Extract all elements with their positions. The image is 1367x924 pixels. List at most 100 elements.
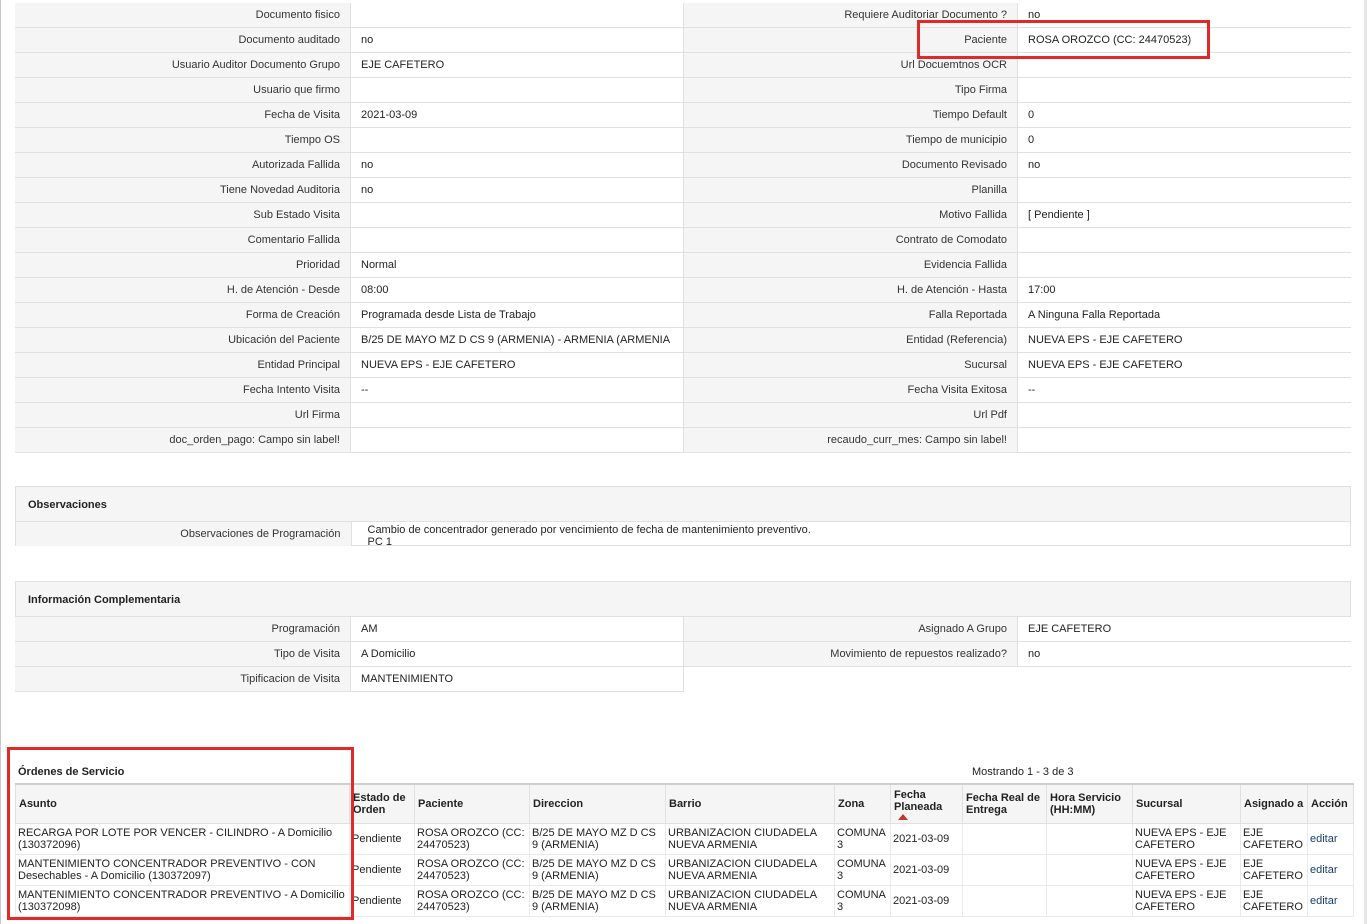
detail-label-right: Fecha Visita Exitosa bbox=[684, 378, 1017, 402]
order-row[interactable]: RECARGA POR LOTE POR VENCER - CILINDRO -… bbox=[15, 823, 1354, 855]
order-row[interactable]: MANTENIMIENTO CONCENTRADOR PREVENTIVO - … bbox=[15, 854, 1354, 886]
edit-link[interactable]: editar bbox=[1310, 864, 1338, 876]
col-sucursal[interactable]: Sucursal bbox=[1132, 783, 1241, 824]
order-hora bbox=[1046, 885, 1133, 917]
col-fecha-real[interactable]: Fecha Real de Entrega bbox=[962, 783, 1047, 824]
detail-value-left: no bbox=[350, 153, 684, 177]
detail-value-left bbox=[350, 128, 684, 152]
detail-label-right: Documento Revisado bbox=[684, 153, 1017, 177]
detail-label-left: Programación bbox=[15, 617, 350, 641]
order-sucursal: NUEVA EPS - EJE CAFETERO bbox=[1132, 823, 1241, 855]
order-direccion: B/25 DE MAYO MZ D CS 9 (ARMENIA) bbox=[529, 854, 666, 886]
detail-row: Documento fisico Requiere Auditoriar Doc… bbox=[15, 3, 1351, 28]
detail-value-left: 08:00 bbox=[350, 278, 684, 302]
detail-value-right: NUEVA EPS - EJE CAFETERO bbox=[1017, 328, 1351, 352]
order-fecha-planeada: 2021-03-09 bbox=[890, 823, 963, 855]
detail-row: Tiempo OS Tiempo de municipio 0 bbox=[15, 128, 1351, 153]
order-asignado: EJE CAFETERO bbox=[1240, 885, 1308, 917]
detail-row: Forma de Creación Programada desde Lista… bbox=[15, 303, 1351, 328]
col-fecha-planeada[interactable]: Fecha Planeada bbox=[890, 783, 963, 824]
tipificacion-label: Tipificacion de Visita bbox=[15, 667, 350, 691]
detail-row: Ubicación del Paciente B/25 DE MAYO MZ D… bbox=[15, 328, 1351, 353]
detail-label-right: Tiempo Default bbox=[684, 103, 1017, 127]
col-direccion[interactable]: Direccion bbox=[529, 783, 666, 824]
edit-link[interactable]: editar bbox=[1310, 833, 1338, 845]
sort-asc-icon[interactable] bbox=[898, 813, 908, 820]
order-row[interactable]: MANTENIMIENTO CONCENTRADOR PREVENTIVO - … bbox=[15, 885, 1354, 917]
col-asignado[interactable]: Asignado a bbox=[1240, 783, 1308, 824]
complementaria-row: Programación AM Asignado A Grupo EJE CAF… bbox=[15, 617, 1351, 642]
order-estado: Pendiente bbox=[349, 854, 415, 886]
detail-label-right: Sucursal bbox=[684, 353, 1017, 377]
orders-title: Órdenes de Servicio bbox=[18, 766, 125, 778]
detail-label-right: Tiempo de municipio bbox=[684, 128, 1017, 152]
complementaria-body: Programación AM Asignado A Grupo EJE CAF… bbox=[15, 617, 1351, 667]
detail-label-left: H. de Atención - Desde bbox=[15, 278, 350, 302]
detail-value-left: no bbox=[350, 178, 684, 202]
order-barrio: URBANIZACION CIUDADELA NUEVA ARMENIA bbox=[665, 823, 835, 855]
tipificacion-value: MANTENIMIENTO bbox=[350, 667, 683, 691]
detail-value-left: A Domicilio bbox=[350, 642, 684, 666]
order-paciente: ROSA OROZCO (CC: 24470523) bbox=[414, 823, 530, 855]
detail-value-right bbox=[1017, 78, 1351, 102]
detail-value-right bbox=[1017, 53, 1351, 77]
detail-label-left: Entidad Principal bbox=[15, 353, 350, 377]
detail-row: Documento auditado no Paciente ROSA OROZ… bbox=[15, 28, 1351, 53]
detail-row: Sub Estado Visita Motivo Fallida [ Pendi… bbox=[15, 203, 1351, 228]
detail-label-left: Documento auditado bbox=[15, 28, 350, 52]
detail-label-right: Evidencia Fallida bbox=[684, 253, 1017, 277]
page-left-border bbox=[0, 0, 1, 924]
detail-value-right: 0 bbox=[1017, 103, 1351, 127]
orders-count: Mostrando 1 - 3 de 3 bbox=[972, 766, 1074, 778]
detail-label-right: Planilla bbox=[684, 178, 1017, 202]
detail-label-right: Requiere Auditoriar Documento ? bbox=[684, 3, 1017, 27]
complementaria-row-last: Tipificacion de Visita MANTENIMIENTO bbox=[15, 667, 684, 692]
detail-value-left bbox=[350, 78, 684, 102]
order-hora bbox=[1046, 823, 1133, 855]
detail-label-left: Autorizada Fallida bbox=[15, 153, 350, 177]
order-fecha-real bbox=[962, 823, 1047, 855]
visit-details-grid: Documento fisico Requiere Auditoriar Doc… bbox=[15, 3, 1351, 453]
detail-row: Comentario Fallida Contrato de Comodato bbox=[15, 228, 1351, 253]
detail-value-left bbox=[350, 203, 684, 227]
order-barrio: URBANIZACION CIUDADELA NUEVA ARMENIA bbox=[665, 854, 835, 886]
detail-value-left: Programada desde Lista de Trabajo bbox=[350, 303, 684, 327]
observaciones-title: Observaciones bbox=[15, 486, 1351, 522]
detail-row: Fecha Intento Visita -- Fecha Visita Exi… bbox=[15, 378, 1351, 403]
order-sucursal: NUEVA EPS - EJE CAFETERO bbox=[1132, 854, 1241, 886]
detail-label-left: Tipo de Visita bbox=[15, 642, 350, 666]
detail-value-left bbox=[350, 428, 684, 452]
detail-value-right: -- bbox=[1017, 378, 1351, 402]
detail-label-right: Paciente bbox=[684, 28, 1017, 52]
detail-label-right: Motivo Fallida bbox=[684, 203, 1017, 227]
detail-label-left: Tiempo OS bbox=[15, 128, 350, 152]
detail-row: Autorizada Fallida no Documento Revisado… bbox=[15, 153, 1351, 178]
detail-label-right: Entidad (Referencia) bbox=[684, 328, 1017, 352]
detail-label-right: Movimiento de repuestos realizado? bbox=[684, 642, 1017, 666]
col-hora[interactable]: Hora Servicio (HH:MM) bbox=[1046, 783, 1133, 824]
order-asunto: RECARGA POR LOTE POR VENCER - CILINDRO -… bbox=[15, 823, 350, 855]
detail-value-left: NUEVA EPS - EJE CAFETERO bbox=[350, 353, 684, 377]
order-estado: Pendiente bbox=[349, 885, 415, 917]
detail-value-right: ROSA OROZCO (CC: 24470523) bbox=[1017, 28, 1351, 52]
col-barrio[interactable]: Barrio bbox=[665, 783, 835, 824]
order-direccion: B/25 DE MAYO MZ D CS 9 (ARMENIA) bbox=[529, 823, 666, 855]
edit-link[interactable]: editar bbox=[1310, 895, 1338, 907]
col-estado[interactable]: Estado de Orden bbox=[349, 783, 415, 824]
order-direccion: B/25 DE MAYO MZ D CS 9 (ARMENIA) bbox=[529, 885, 666, 917]
col-zona[interactable]: Zona bbox=[834, 783, 891, 824]
detail-value-left: -- bbox=[350, 378, 684, 402]
detail-row: Fecha de Visita 2021-03-09 Tiempo Defaul… bbox=[15, 103, 1351, 128]
detail-row: Prioridad Normal Evidencia Fallida bbox=[15, 253, 1351, 278]
detail-value-right: [ Pendiente ] bbox=[1017, 203, 1351, 227]
detail-label-right: recaudo_curr_mes: Campo sin label! bbox=[684, 428, 1017, 452]
order-zona: COMUNA 3 bbox=[834, 823, 891, 855]
observaciones-row: Observaciones de Programación Cambio de … bbox=[15, 522, 1351, 546]
detail-label-left: Prioridad bbox=[15, 253, 350, 277]
detail-label-left: Fecha Intento Visita bbox=[15, 378, 350, 402]
col-asunto[interactable]: Asunto bbox=[15, 783, 350, 824]
order-edit-link: editar bbox=[1307, 854, 1354, 886]
col-paciente[interactable]: Paciente bbox=[414, 783, 530, 824]
detail-value-right: 0 bbox=[1017, 128, 1351, 152]
observaciones-section: Observaciones Observaciones de Programac… bbox=[15, 486, 1351, 546]
